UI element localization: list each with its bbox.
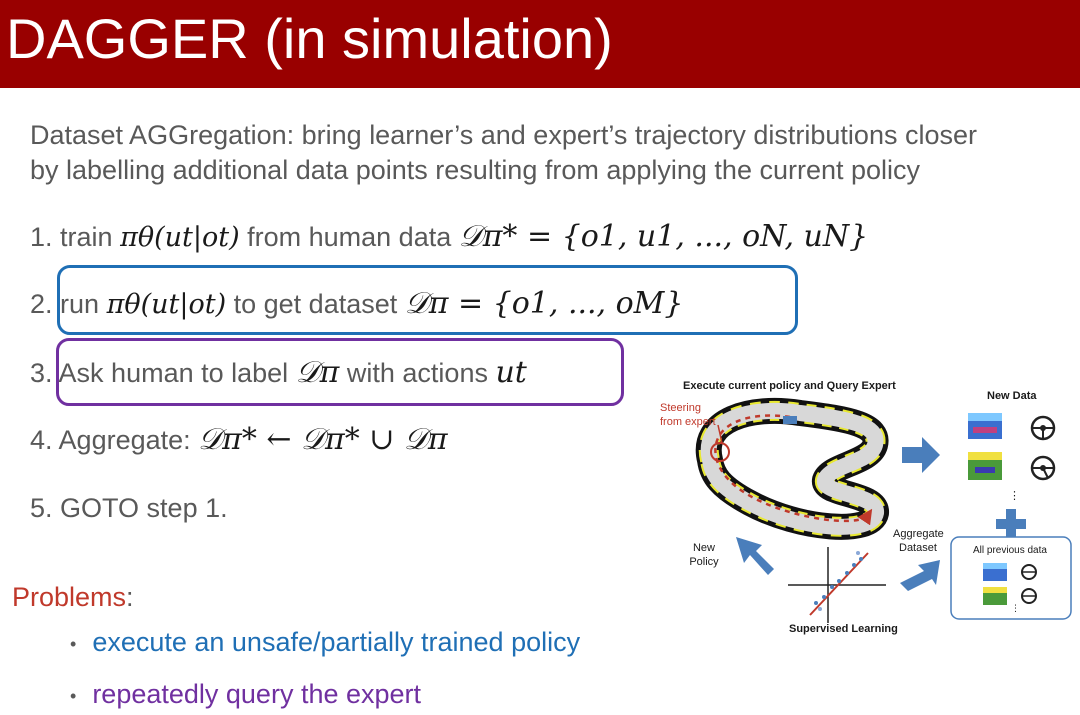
- step-text: GOTO step 1.: [60, 493, 228, 523]
- race-track-icon: [695, 397, 889, 540]
- step-text: with actions: [346, 358, 488, 388]
- step-text: train: [60, 222, 113, 252]
- dataset-formula: 𝒟π* = {o1, u1, ..., oN, uN}: [458, 219, 869, 254]
- bullet-text: repeatedly query the expert: [92, 679, 422, 709]
- car-icon: [783, 416, 797, 424]
- policy-formula: πθ(ut|ot): [106, 289, 227, 320]
- intro-line-2: by labelling additional data points resu…: [30, 155, 921, 185]
- bullet-dot-icon: •: [70, 685, 77, 706]
- plus-icon: [996, 509, 1026, 539]
- step-text: Aggregate:: [58, 425, 191, 455]
- all-previous-data-label: All previous data: [973, 545, 1047, 556]
- step-5: 5. GOTO step 1.: [30, 490, 228, 526]
- problems-heading: Problems:: [12, 580, 134, 614]
- problem-bullet-2: • repeatedly query the expert: [70, 677, 421, 713]
- problem-bullet-1: • execute an unsafe/partially trained pol…: [70, 625, 580, 661]
- slide-title: DAGGER (in simulation): [6, 7, 613, 70]
- title-bar: DAGGER (in simulation): [0, 0, 1080, 88]
- step-text: Ask human to label: [58, 358, 289, 388]
- step-number: 2.: [30, 289, 53, 319]
- arrow-up-left-icon: [736, 537, 774, 575]
- problems-label: Problems: [12, 582, 127, 612]
- new-data-thumbnails: [968, 413, 1002, 480]
- dataset-formula: 𝒟π: [295, 355, 340, 390]
- new-data-label: New Data: [987, 390, 1037, 402]
- execute-policy-label: Execute current policy and Query Expert: [683, 380, 896, 392]
- aggregate-label-line1: Aggregate: [893, 528, 944, 540]
- supervised-learning-label: Supervised Learning: [789, 623, 898, 635]
- step-1: 1. train πθ(ut|ot) from human data 𝒟π* =…: [30, 219, 868, 256]
- steering-wheel-icon: [1030, 415, 1056, 441]
- intro-text: Dataset AGGregation: bring learner’s and…: [30, 118, 1075, 188]
- new-policy-label-line1: New: [692, 542, 715, 554]
- step-number: 4.: [30, 425, 53, 455]
- step-text: to get dataset: [233, 289, 398, 319]
- step-3: 3. Ask human to label 𝒟π with actions ut: [30, 355, 527, 391]
- action-formula: ut: [495, 355, 527, 390]
- step-number: 3.: [30, 358, 53, 388]
- dagger-diagram: Execute current policy and Query Expert …: [640, 375, 1080, 640]
- new-policy-label-line2: Policy: [689, 556, 719, 568]
- step-number: 1.: [30, 222, 53, 252]
- problems-colon: :: [126, 582, 134, 612]
- supervised-learning-plot: [788, 547, 886, 623]
- step-4: 4. Aggregate: 𝒟π* ← 𝒟π* ∪ 𝒟π: [30, 422, 448, 458]
- steering-wheel-icon: [1030, 455, 1056, 481]
- step-text: from human data: [247, 222, 452, 252]
- ellipsis-label: ⋮: [1009, 490, 1020, 502]
- previous-ellipsis-label: ⋮: [1011, 603, 1020, 613]
- intro-line-1: Dataset AGGregation: bring learner’s and…: [30, 120, 977, 150]
- step-text: run: [60, 289, 100, 319]
- steering-label-line1: Steering: [660, 402, 701, 414]
- steering-label-line2: from expert: [660, 416, 716, 428]
- aggregate-label-line2: Dataset: [899, 542, 937, 554]
- dataset-formula: 𝒟π = {o1, ..., oM}: [404, 286, 684, 321]
- arrow-left-icon: [900, 560, 940, 591]
- aggregate-formula: 𝒟π* ← 𝒟π* ∪ 𝒟π: [198, 422, 448, 457]
- bullet-dot-icon: •: [70, 633, 77, 654]
- step-2: 2. run πθ(ut|ot) to get dataset 𝒟π = {o1…: [30, 286, 684, 323]
- bullet-text: execute an unsafe/partially trained poli…: [92, 627, 581, 657]
- arrow-right-icon: [902, 437, 940, 473]
- step-number: 5.: [30, 493, 53, 523]
- policy-formula: πθ(ut|ot): [120, 222, 240, 253]
